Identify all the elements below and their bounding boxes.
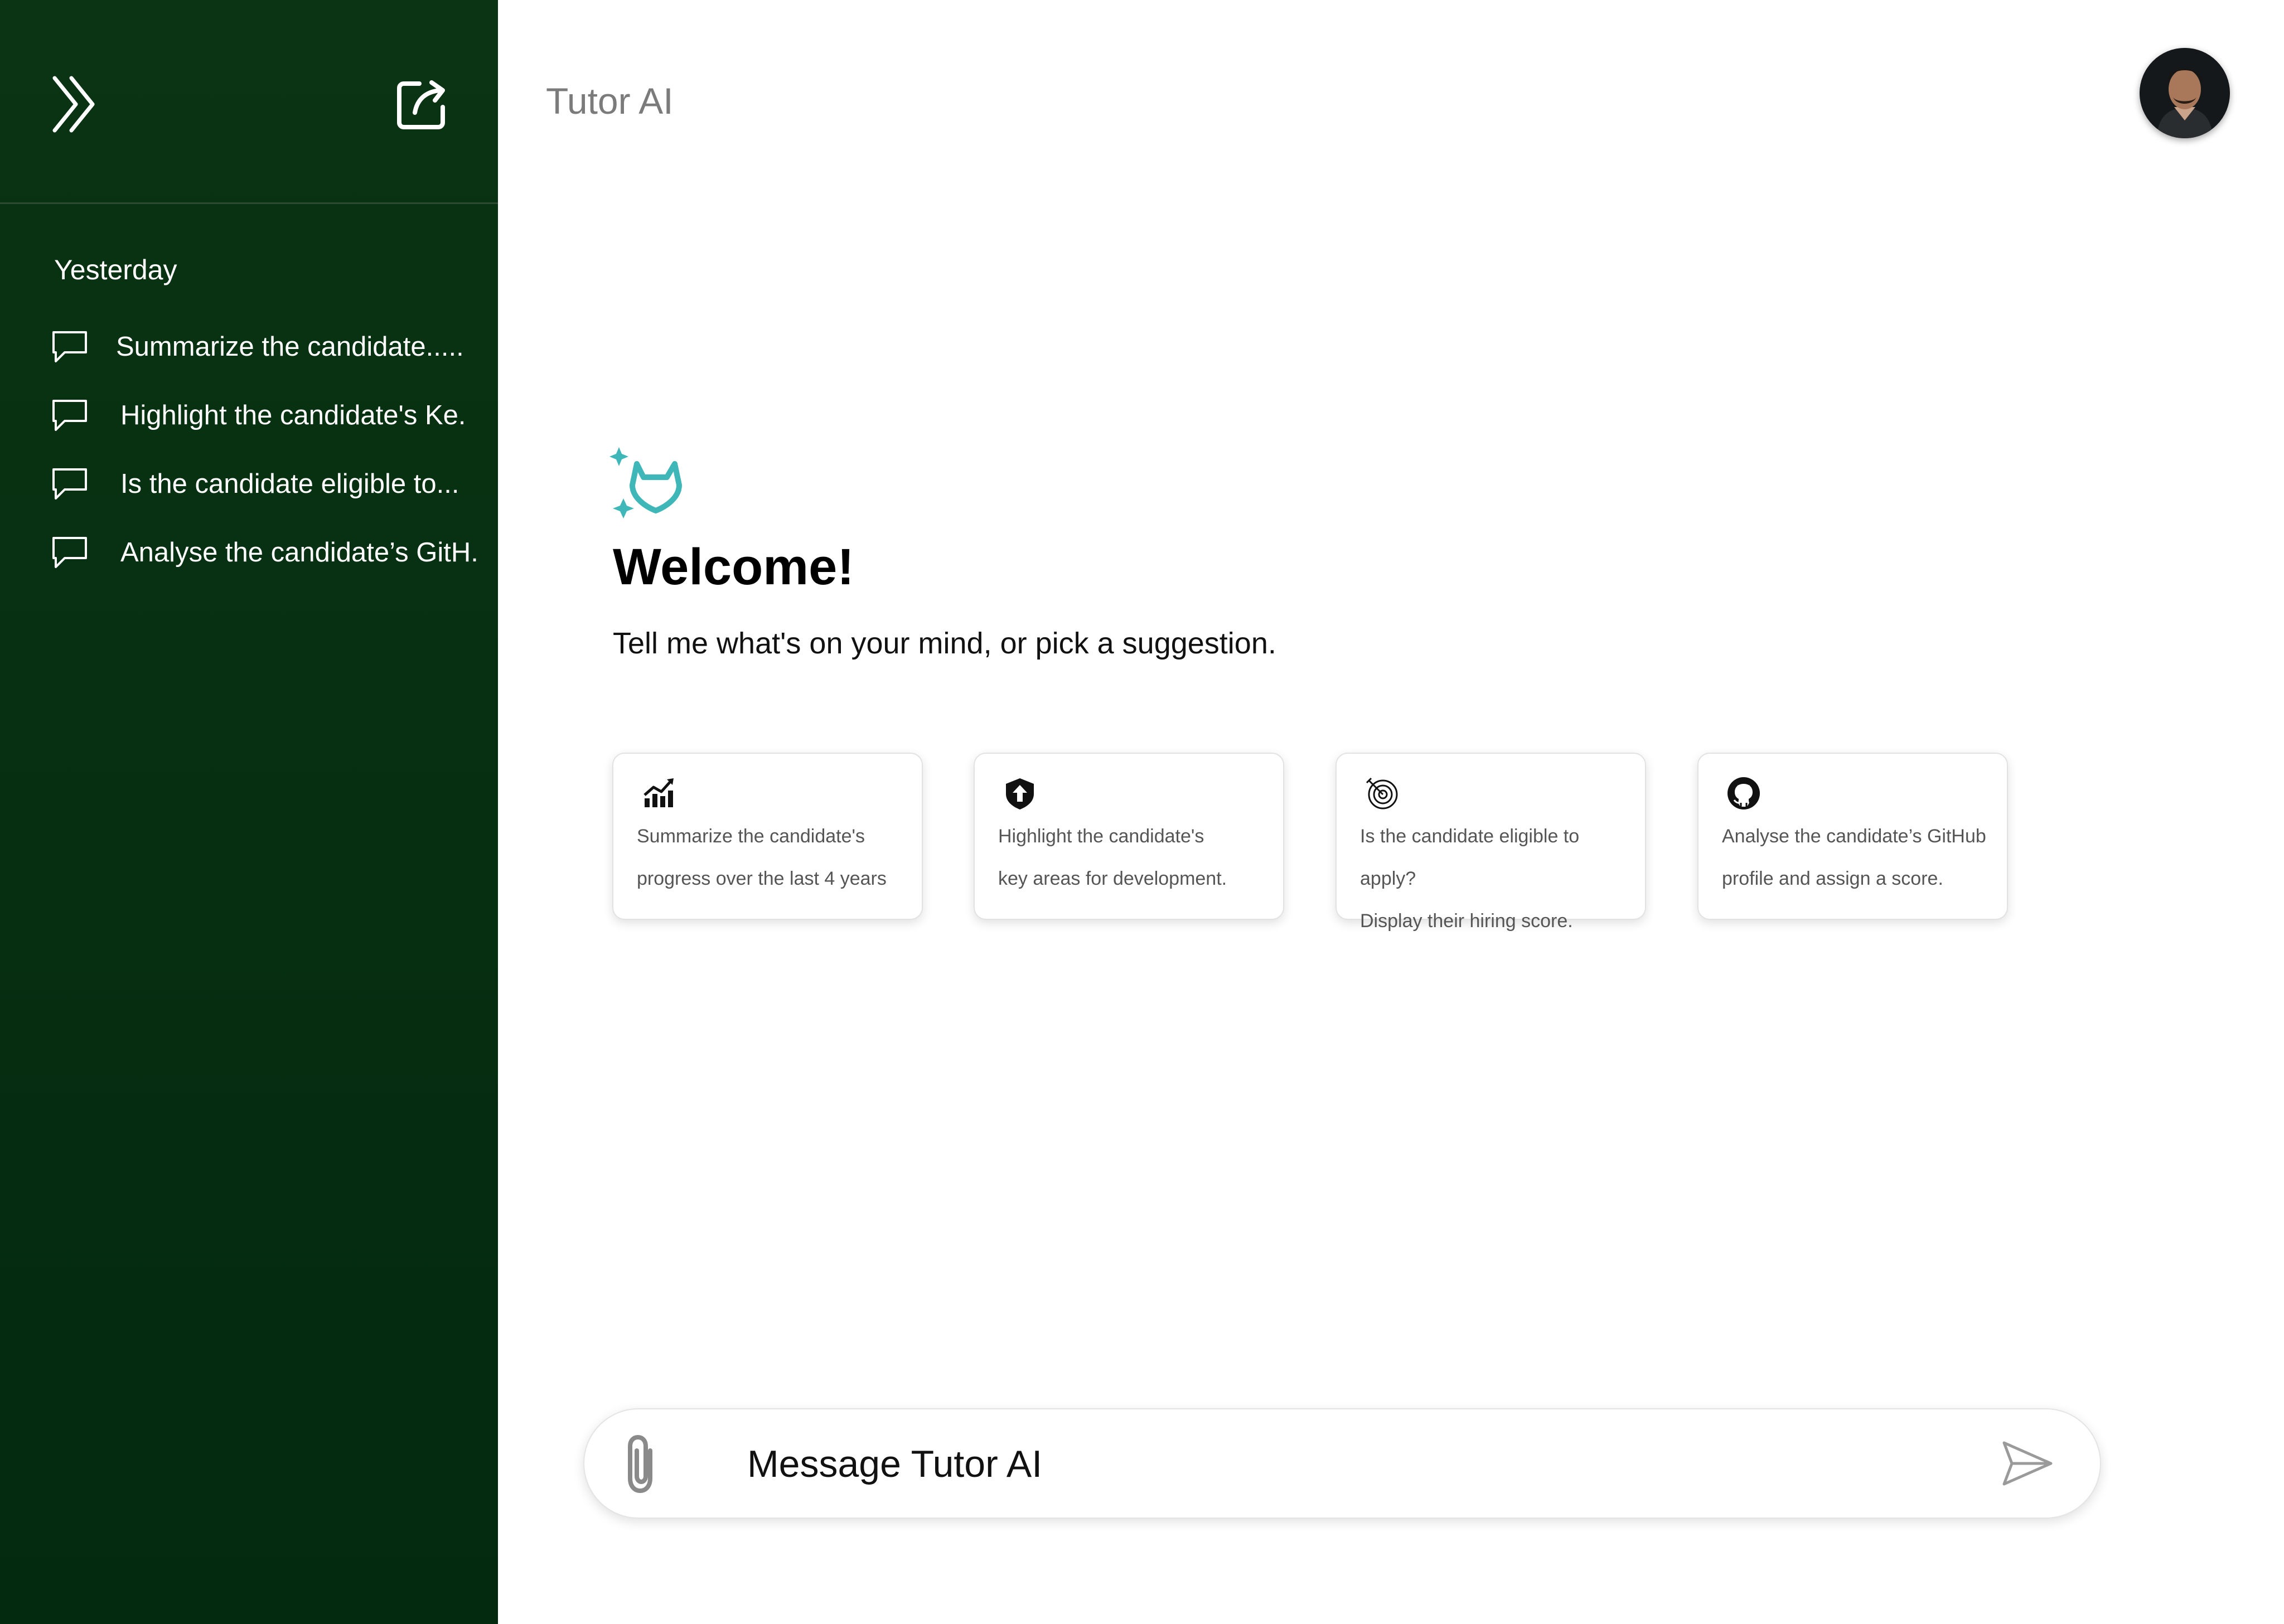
target-icon <box>1366 777 1398 809</box>
suggestion-card-development[interactable]: Highlight the candidate's key areas for … <box>974 753 1284 920</box>
chat-bubble-icon <box>52 536 87 568</box>
double-chevron-right-icon[interactable] <box>49 74 103 135</box>
message-composer <box>583 1408 2101 1519</box>
suggestion-card-eligibility[interactable]: Is the candidate eligible to apply? Disp… <box>1335 753 1646 932</box>
suggestion-line: Display their hiring score. <box>1360 910 1573 932</box>
send-icon[interactable] <box>2001 1438 2054 1489</box>
history-item[interactable]: Is the candidate eligible to... <box>50 449 491 518</box>
suggestion-line: progress over the last 4 years <box>637 868 887 889</box>
history-item-label: Analyse the candidate’s GitH. <box>120 537 478 568</box>
bar-chart-icon <box>643 778 674 807</box>
user-avatar-icon <box>2140 48 2230 138</box>
suggestion-line: Analyse the candidate’s GitHub <box>1722 826 1986 847</box>
history-heading: Yesterday <box>54 254 177 285</box>
suggestion-line: profile and assign a score. <box>1722 868 1943 889</box>
sparkle-fox-logo-icon <box>609 447 682 518</box>
message-input[interactable] <box>746 1432 1973 1496</box>
suggestion-text: Analyse the candidate’s GitHub profile a… <box>1722 815 1995 900</box>
suggestion-text: Summarize the candidate's progress over … <box>637 815 910 900</box>
history-item-label: Summarize the candidate..... <box>116 331 464 362</box>
chat-bubble-icon <box>52 399 87 431</box>
suggestion-text: Highlight the candidate's key areas for … <box>998 815 1271 900</box>
welcome-subtitle: Tell me what's on your mind, or pick a s… <box>613 627 1276 660</box>
history-item[interactable]: Analyse the candidate’s GitH. <box>50 518 491 586</box>
chat-bubble-icon <box>52 331 87 362</box>
github-icon <box>1727 777 1760 809</box>
app-title: Tutor AI <box>546 80 674 122</box>
suggestion-text: Is the candidate eligible to apply? Disp… <box>1360 815 1633 942</box>
suggestion-line: Summarize the candidate's <box>637 826 865 847</box>
sidebar-header <box>0 0 498 204</box>
suggestion-line: Highlight the candidate's <box>998 826 1204 847</box>
suggestion-line: key areas for development. <box>998 868 1227 889</box>
suggestion-card-progress[interactable]: Summarize the candidate's progress over … <box>612 753 923 920</box>
avatar[interactable] <box>2140 48 2230 138</box>
sidebar: Yesterday Summarize the candidate..... H… <box>0 0 498 1624</box>
history-item-label: Is the candidate eligible to... <box>120 468 459 499</box>
suggestion-line: Is the candidate eligible to apply? <box>1360 826 1580 889</box>
shield-arrow-icon <box>1006 778 1034 809</box>
suggestion-card-github[interactable]: Analyse the candidate’s GitHub profile a… <box>1697 753 2008 920</box>
history-list: Summarize the candidate..... Highlight t… <box>50 312 491 586</box>
history-item[interactable]: Summarize the candidate..... <box>50 312 491 381</box>
history-item[interactable]: Highlight the candidate's Ke. <box>50 381 491 449</box>
paperclip-icon[interactable] <box>620 1431 665 1497</box>
chat-bubble-icon <box>52 468 87 500</box>
history-item-label: Highlight the candidate's Ke. <box>120 400 466 430</box>
external-link-icon[interactable] <box>395 78 448 132</box>
welcome-title: Welcome! <box>613 539 854 595</box>
